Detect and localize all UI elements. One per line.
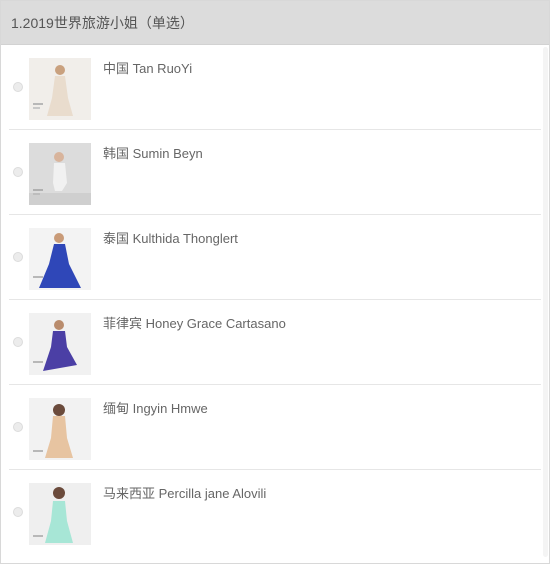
contestant-photo-image [29, 228, 91, 290]
option-row[interactable]: 泰国 Kulthida Thonglert [9, 215, 541, 300]
survey-card: 1.2019世界旅游小姐（单选） 中国 Tan RuoYi 韩国 Sumin B… [0, 0, 550, 564]
option-row[interactable]: 缅甸 Ingyin Hmwe [9, 385, 541, 470]
contestant-photo-image [29, 58, 91, 120]
question-header: 1.2019世界旅游小姐（单选） [1, 1, 549, 45]
option-row[interactable]: 马来西亚 Percilla jane Alovili [9, 470, 541, 555]
radio-button[interactable] [13, 167, 23, 177]
contestant-photo [29, 143, 91, 205]
option-label: 泰国 Kulthida Thonglert [103, 231, 238, 246]
contestant-photo [29, 313, 91, 375]
option-label: 中国 Tan RuoYi [103, 61, 193, 76]
contestant-photo-image [29, 483, 91, 545]
radio-button[interactable] [13, 422, 23, 432]
radio-button[interactable] [13, 337, 23, 347]
contestant-photo [29, 483, 91, 545]
option-label: 缅甸 Ingyin Hmwe [103, 401, 208, 416]
radio-button[interactable] [13, 507, 23, 517]
option-label: 马来西亚 Percilla jane Alovili [103, 486, 267, 501]
contestant-photo-image [29, 143, 91, 205]
option-row[interactable]: 中国 Tan RuoYi [9, 45, 541, 130]
option-row[interactable]: 菲律宾 Honey Grace Cartasano [9, 300, 541, 385]
contestant-photo [29, 398, 91, 460]
radio-button[interactable] [13, 82, 23, 92]
radio-button[interactable] [13, 252, 23, 262]
option-label: 韩国 Sumin Beyn [103, 146, 203, 161]
contestant-photo [29, 58, 91, 120]
contestant-photo [29, 228, 91, 290]
option-label: 菲律宾 Honey Grace Cartasano [103, 316, 286, 331]
contestant-photo-image [29, 398, 91, 460]
contestant-photo-image [29, 313, 91, 375]
option-row[interactable]: 韩国 Sumin Beyn [9, 130, 541, 215]
question-title: 1.2019世界旅游小姐（单选） [11, 14, 194, 31]
option-list: 中国 Tan RuoYi 韩国 Sumin Beyn 泰国 Kulthida T… [9, 45, 541, 558]
scrollbar[interactable] [543, 47, 548, 557]
